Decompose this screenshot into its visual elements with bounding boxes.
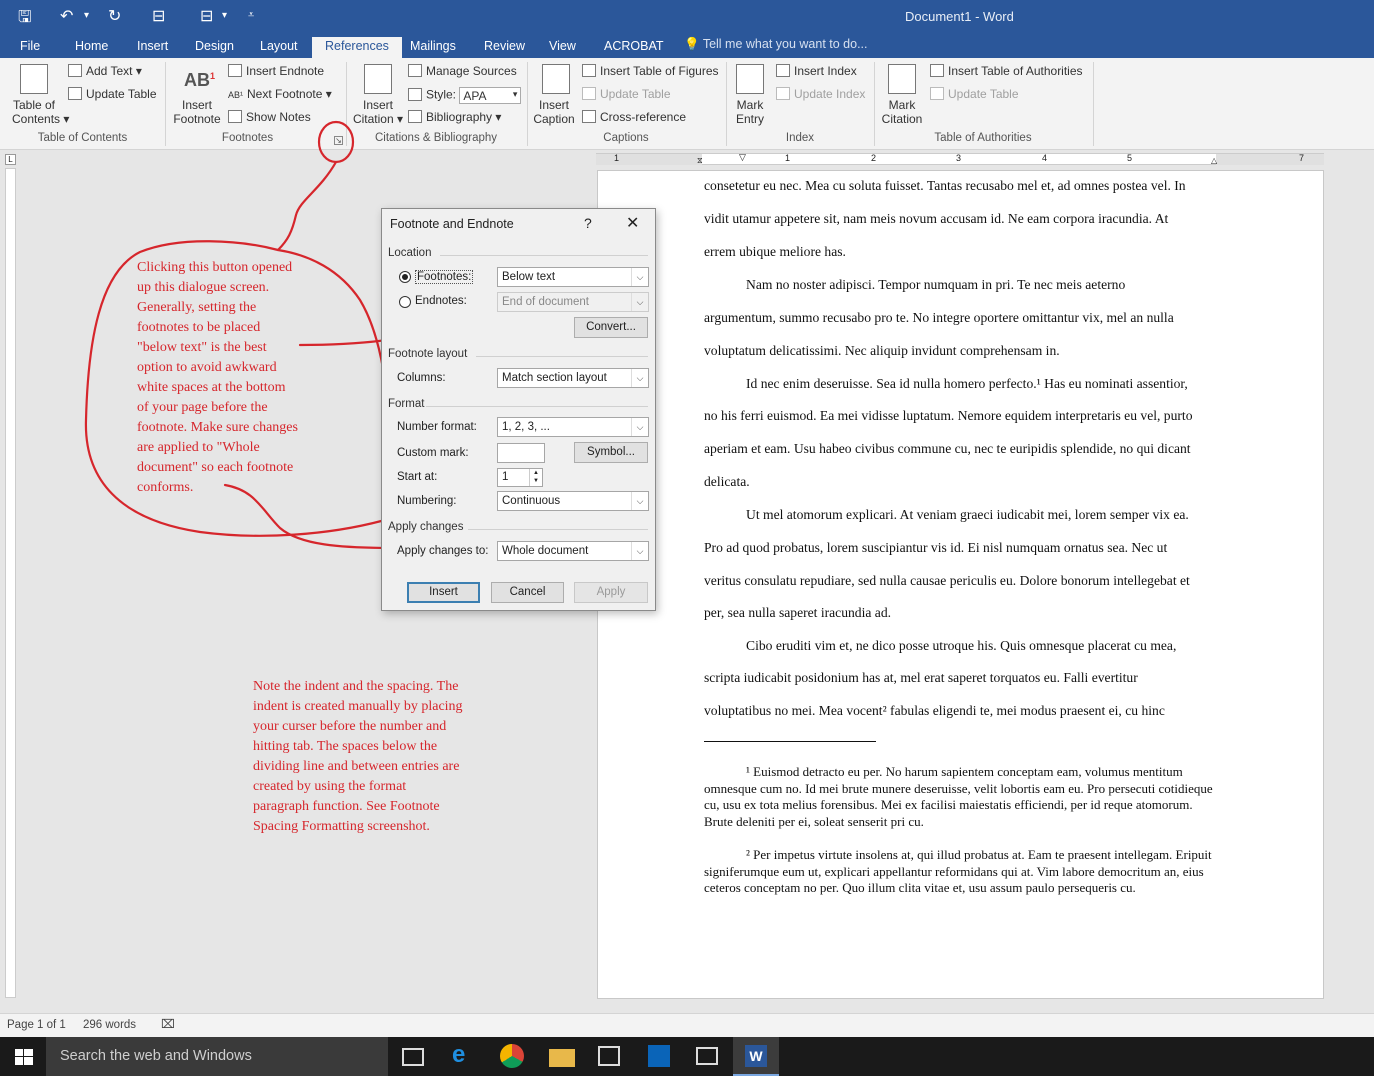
apply-to-select[interactable]: Whole document ⌵ — [497, 541, 649, 561]
start-at-label: Start at: — [397, 471, 438, 483]
footnotes-position-value: Below text — [502, 271, 556, 283]
number-format-label: Number format: — [397, 421, 477, 433]
proofing-icon[interactable]: ⌧ — [161, 1017, 175, 1031]
dialog-title: Footnote and Endnote — [390, 217, 514, 231]
divider — [468, 529, 648, 530]
custom-mark-label: Custom mark: — [397, 447, 469, 459]
symbol-button[interactable]: Symbol... — [574, 442, 648, 463]
cancel-button[interactable]: Cancel — [491, 582, 564, 603]
file-explorer-icon[interactable] — [549, 1049, 575, 1067]
annotation-line: dividing line and between entries are — [253, 759, 460, 774]
convert-button[interactable]: Convert... — [574, 317, 648, 338]
annotation-line: "below text" is the best — [137, 340, 267, 355]
annotation-line: conforms. — [137, 480, 194, 495]
word-taskbar-button[interactable]: W — [733, 1037, 779, 1076]
annotation-line: created by using the format — [253, 779, 407, 794]
annotation-line: footnote. Make sure changes — [137, 420, 298, 435]
apply-to-value: Whole document — [502, 545, 589, 557]
footnotes-label: Footnotes: — [415, 270, 474, 284]
annotation-line: footnotes to be placed — [137, 320, 261, 335]
divider — [426, 406, 648, 407]
annotation-line: option to avoid awkward — [137, 360, 277, 375]
endnotes-position-value: End of document — [502, 296, 589, 308]
chevron-down-icon: ⌵ — [631, 369, 648, 387]
annotation-line: indent is created manually by placing — [253, 699, 463, 714]
annotation-line: are applied to "Whole — [137, 440, 260, 455]
outlook-icon[interactable] — [648, 1045, 670, 1067]
annotation-line: your curser before the number and — [253, 719, 447, 734]
taskbar-search[interactable]: Search the web and Windows — [46, 1037, 388, 1076]
word-count[interactable]: 296 words — [83, 1019, 136, 1031]
taskbar: Search the web and Windows e W — [0, 1037, 1374, 1076]
annotation-line: Note the indent and the spacing. The — [253, 679, 459, 694]
store-icon[interactable] — [598, 1046, 620, 1066]
annotation-circle — [317, 120, 355, 164]
annotation-note-2: Note the indent and the spacing. The ind… — [253, 677, 463, 837]
apply-changes-section-label: Apply changes — [388, 521, 464, 533]
endnotes-radio[interactable] — [399, 296, 411, 308]
columns-label: Columns: — [397, 372, 446, 384]
endnotes-label: Endnotes: — [415, 295, 467, 307]
location-section-label: Location — [388, 247, 432, 259]
annotation-line: hitting tab. The spaces below the — [253, 739, 438, 754]
divider — [476, 356, 648, 357]
page-count[interactable]: Page 1 of 1 — [7, 1019, 66, 1031]
annotation-note-1: Clicking this button opened up this dial… — [137, 258, 298, 498]
chevron-down-icon: ⌵ — [631, 492, 648, 510]
number-format-select[interactable]: 1, 2, 3, ... ⌵ — [497, 417, 649, 437]
annotation-line: Generally, setting the — [137, 300, 257, 315]
insert-button[interactable]: Insert — [407, 582, 480, 603]
endnotes-position-select[interactable]: End of document ⌵ — [497, 292, 649, 312]
chevron-down-icon: ⌵ — [631, 293, 648, 311]
annotation-line: document" so each footnote — [137, 460, 294, 475]
chevron-down-icon: ⌵ — [631, 418, 648, 436]
columns-select[interactable]: Match section layout ⌵ — [497, 368, 649, 388]
annotation-line: of your page before the — [137, 400, 268, 415]
annotation-drawing — [84, 120, 496, 570]
photos-icon[interactable] — [696, 1047, 718, 1065]
chevron-down-icon: ⌵ — [631, 268, 648, 286]
numbering-value: Continuous — [502, 495, 561, 507]
help-icon[interactable]: ? — [584, 215, 592, 231]
numbering-label: Numbering: — [397, 495, 457, 507]
chrome-icon[interactable] — [500, 1044, 524, 1068]
footnote-layout-section-label: Footnote layout — [388, 348, 468, 360]
spinner-icon[interactable]: ▲ ▼ — [529, 469, 542, 486]
numbering-select[interactable]: Continuous ⌵ — [497, 491, 649, 511]
annotation-line: Spacing Formatting screenshot. — [253, 819, 430, 834]
custom-mark-input[interactable] — [497, 443, 545, 463]
chevron-down-icon: ⌵ — [631, 542, 648, 560]
number-format-value: 1, 2, 3, ... — [502, 421, 550, 433]
annotation-line: paragraph function. See Footnote — [253, 799, 440, 814]
word-icon: W — [745, 1045, 767, 1067]
annotation-line: Clicking this button opened — [137, 260, 293, 275]
apply-button[interactable]: Apply — [574, 582, 648, 603]
footnote-endnote-dialog: Footnote and Endnote ? ✕ Location Footno… — [381, 208, 656, 611]
task-view-icon[interactable] — [402, 1048, 424, 1066]
annotation-stroke — [276, 160, 338, 252]
format-section-label: Format — [388, 398, 425, 410]
apply-to-label: Apply changes to: — [397, 545, 489, 557]
windows-start-icon[interactable] — [15, 1049, 33, 1065]
start-at-input[interactable]: 1 ▲ ▼ — [497, 468, 543, 487]
close-icon[interactable]: ✕ — [626, 213, 639, 233]
status-bar: Page 1 of 1 296 words ⌧ — [0, 1013, 1374, 1037]
divider — [440, 255, 648, 256]
footnotes-position-select[interactable]: Below text ⌵ — [497, 267, 649, 287]
annotation-line: up this dialogue screen. — [137, 280, 270, 295]
columns-value: Match section layout — [502, 372, 607, 384]
edge-icon[interactable]: e — [452, 1041, 478, 1068]
start-at-value: 1 — [502, 471, 509, 483]
annotation-line: white spaces at the bottom — [137, 380, 286, 395]
footnotes-radio[interactable] — [399, 271, 411, 283]
